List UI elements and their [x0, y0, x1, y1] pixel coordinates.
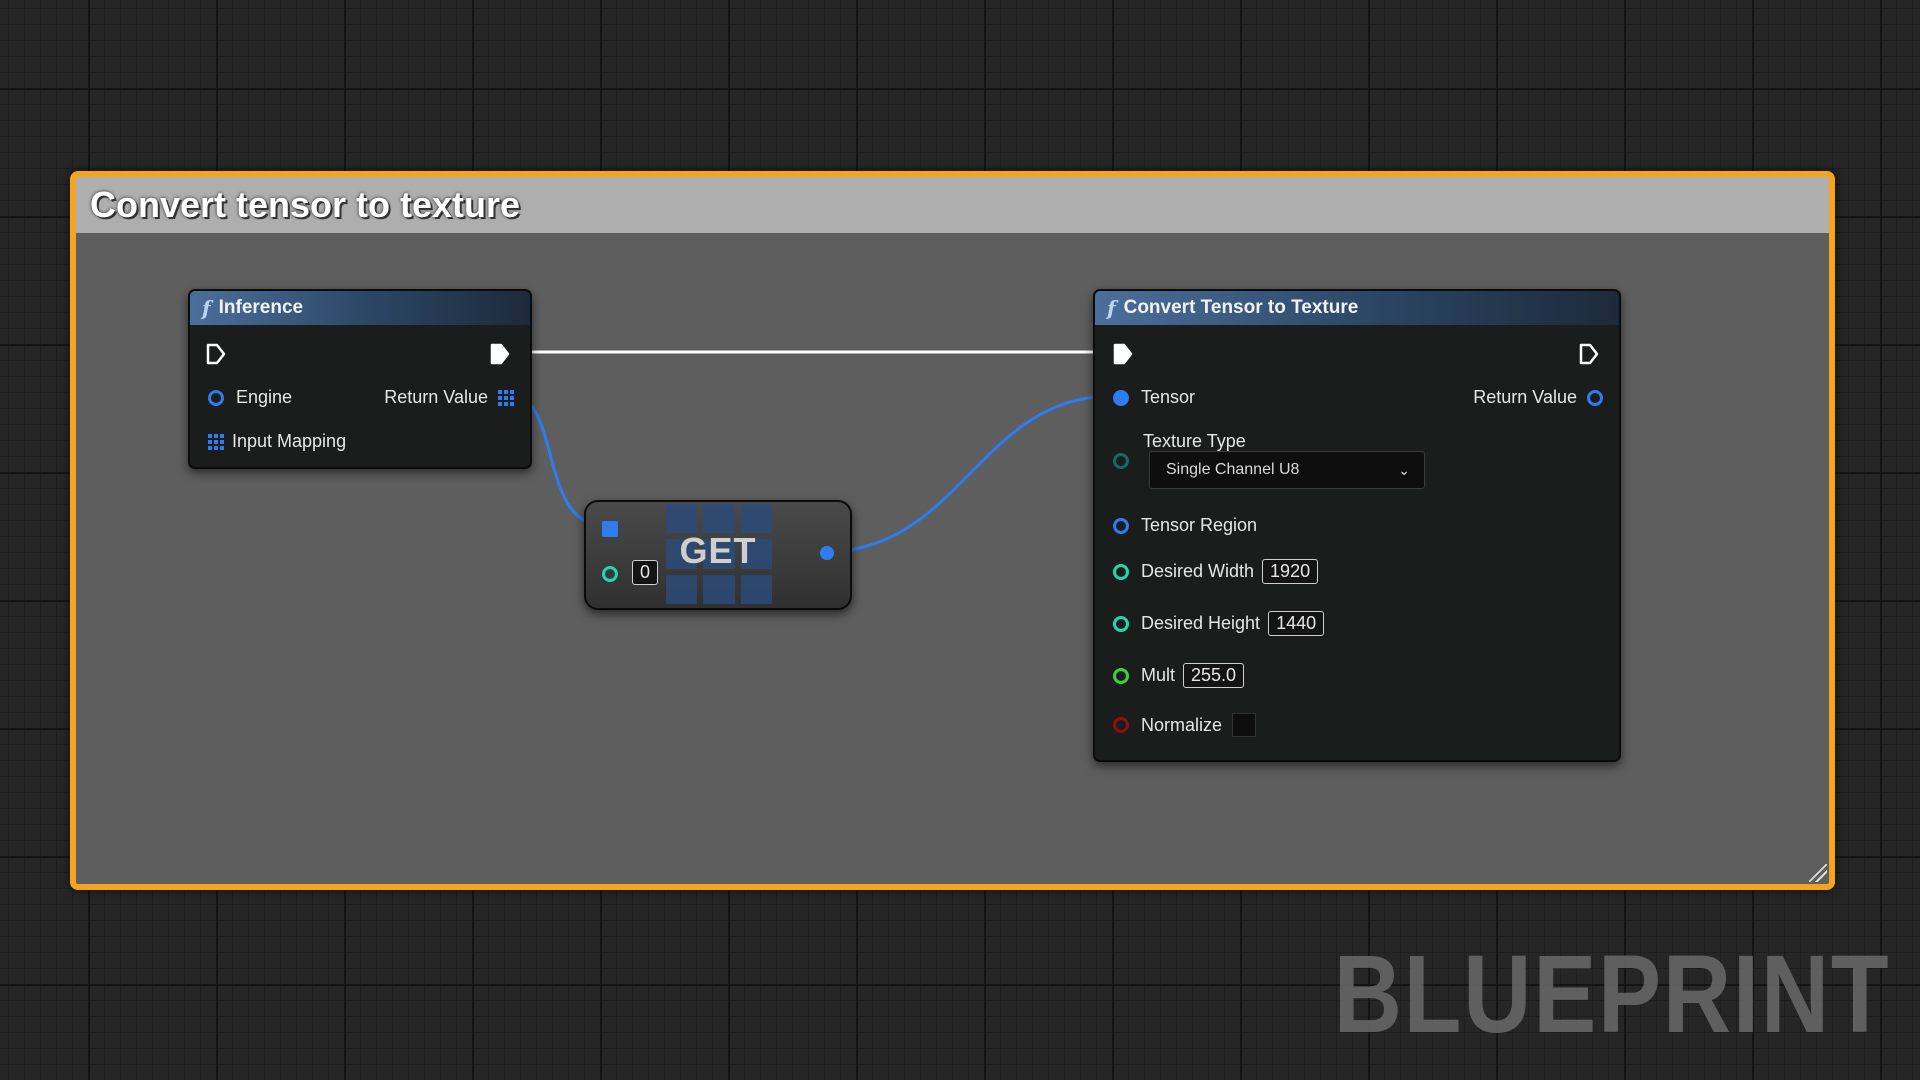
exec-in-pin-icon[interactable] — [206, 343, 226, 365]
normalize-pin-icon[interactable] — [1113, 717, 1129, 733]
exec-out-pin-icon[interactable] — [1579, 343, 1599, 365]
desired-width-label: Desired Width — [1141, 561, 1255, 581]
index-input[interactable]: 0 — [632, 560, 659, 585]
convert-tensor-node[interactable]: f Convert Tensor to Texture Tensor Retur… — [1093, 289, 1621, 762]
convert-return-value-label: Return Value — [1473, 387, 1577, 407]
mult-label: Mult — [1141, 665, 1176, 685]
desired-height-label: Desired Height — [1141, 613, 1261, 633]
inference-node[interactable]: f Inference Engine Return Value Input Ma… — [188, 289, 532, 469]
array-input-pin-icon[interactable] — [602, 521, 618, 537]
exec-in-pin-icon[interactable] — [1113, 343, 1133, 365]
blueprint-watermark: BLUEPRINT — [1333, 933, 1890, 1056]
exec-in-row — [206, 343, 226, 365]
array-pin-icon[interactable] — [498, 389, 514, 406]
exec-in-row — [1113, 343, 1133, 365]
get-array-node[interactable]: GET 0 — [584, 500, 852, 610]
comment-header[interactable]: Convert tensor to texture — [76, 177, 1829, 233]
texture-type-label: Texture Type — [1143, 431, 1246, 451]
input-mapping-row: Input Mapping — [208, 431, 346, 452]
desired-height-row: Desired Height 1440 — [1113, 611, 1325, 636]
normalize-row: Normalize — [1113, 713, 1257, 737]
desired-width-input[interactable]: 1920 — [1262, 559, 1319, 584]
mult-pin-icon[interactable] — [1113, 667, 1129, 684]
texture-type-pin-icon[interactable] — [1113, 453, 1129, 469]
normalize-checkbox[interactable] — [1232, 713, 1257, 737]
exec-out-row — [1579, 343, 1599, 365]
engine-pin-icon[interactable] — [208, 389, 224, 406]
tensor-pin-row: Tensor — [1113, 387, 1195, 408]
input-mapping-label: Input Mapping — [232, 431, 347, 451]
convert-node-header[interactable]: f Convert Tensor to Texture — [1095, 291, 1619, 325]
mult-input[interactable]: 255.0 — [1183, 663, 1245, 688]
engine-pin-row: Engine — [208, 387, 292, 408]
resize-grip-icon[interactable] — [1809, 864, 1827, 882]
tensor-pin-icon[interactable] — [1113, 389, 1129, 406]
inference-node-header[interactable]: f Inference — [190, 291, 530, 325]
normalize-label: Normalize — [1141, 714, 1223, 735]
index-pin-icon[interactable] — [602, 566, 618, 582]
mult-row: Mult 255.0 — [1113, 663, 1245, 688]
tensor-region-label: Tensor Region — [1141, 515, 1258, 535]
chevron-down-icon: ⌄ — [1398, 461, 1410, 478]
desired-height-input[interactable]: 1440 — [1268, 611, 1325, 636]
return-value-row: Return Value — [384, 387, 514, 408]
get-output-pin-icon[interactable] — [820, 546, 834, 560]
array-pin-icon[interactable] — [208, 433, 224, 450]
texture-type-value: Single Channel U8 — [1166, 461, 1300, 478]
desired-width-pin-icon[interactable] — [1113, 563, 1129, 580]
convert-return-value-row: Return Value — [1473, 387, 1603, 408]
engine-pin-label: Engine — [236, 387, 293, 407]
convert-node-title: Convert Tensor to Texture — [1123, 297, 1359, 318]
tensor-region-pin-icon[interactable] — [1113, 517, 1129, 534]
texture-type-dropdown[interactable]: Single Channel U8 ⌄ — [1149, 451, 1425, 489]
blueprint-graph-canvas[interactable]: Convert tensor to texture f Inference En… — [0, 0, 1920, 1080]
function-icon: f — [1107, 296, 1116, 320]
desired-width-row: Desired Width 1920 — [1113, 559, 1319, 584]
return-value-label: Return Value — [384, 387, 488, 407]
texture-type-label-row: Texture Type — [1143, 431, 1246, 452]
inference-node-title: Inference — [218, 297, 304, 318]
exec-out-pin-icon[interactable] — [490, 343, 510, 365]
tensor-region-row: Tensor Region — [1113, 515, 1257, 536]
get-node-label: GET — [679, 530, 757, 571]
exec-out-row — [490, 343, 510, 365]
tensor-pin-label: Tensor — [1141, 387, 1196, 407]
desired-height-pin-icon[interactable] — [1113, 615, 1129, 632]
return-value-pin-icon[interactable] — [1587, 389, 1603, 406]
comment-title: Convert tensor to texture — [90, 184, 521, 225]
function-icon: f — [202, 296, 211, 320]
